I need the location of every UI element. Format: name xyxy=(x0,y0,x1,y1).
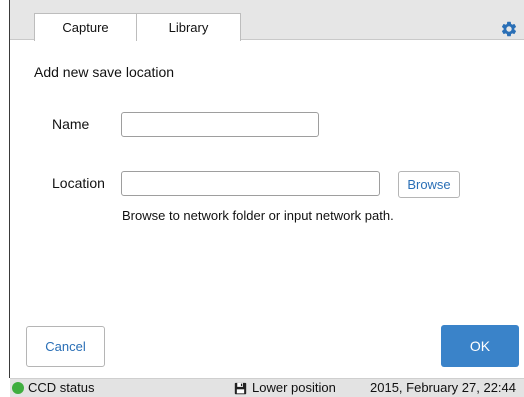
app-window: Capture Library Add new save location Na… xyxy=(0,0,524,397)
ccd-status-label: CCD status xyxy=(28,380,95,395)
location-label: Location xyxy=(52,175,105,191)
tab-bar: Capture Library xyxy=(10,0,524,41)
save-icon xyxy=(234,382,247,395)
window-edge xyxy=(9,0,10,378)
cancel-button[interactable]: Cancel xyxy=(26,326,105,367)
status-timestamp: 2015, February 27, 22:44 xyxy=(370,380,516,395)
tab-capture[interactable]: Capture xyxy=(34,13,137,41)
location-hint: Browse to network folder or input networ… xyxy=(122,208,394,223)
ok-button[interactable]: OK xyxy=(441,325,519,367)
browse-button[interactable]: Browse xyxy=(398,171,460,198)
position-status-label: Lower position xyxy=(252,380,336,395)
page-title: Add new save location xyxy=(34,64,175,80)
location-field[interactable] xyxy=(121,171,380,196)
tab-library[interactable]: Library xyxy=(136,13,241,41)
status-bar: CCD status Lower position 2015, February… xyxy=(10,378,524,397)
name-field[interactable] xyxy=(121,112,319,137)
name-label: Name xyxy=(52,116,90,132)
ccd-status-indicator-icon xyxy=(12,382,24,394)
gear-icon[interactable] xyxy=(500,20,518,38)
